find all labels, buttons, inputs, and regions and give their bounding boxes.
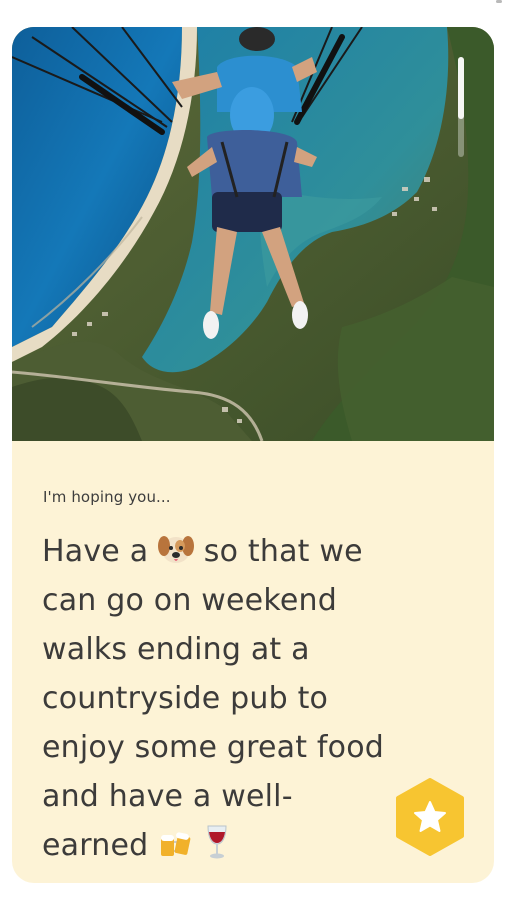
answer-line-4: countryside pub to bbox=[42, 681, 329, 716]
photo-scroll-indicator bbox=[458, 57, 464, 157]
answer-text: Have a bbox=[42, 534, 149, 569]
answer-text: earned bbox=[42, 828, 149, 863]
answer-line-5: enjoy some great food bbox=[42, 730, 385, 765]
prompt-label: I'm hoping you... bbox=[43, 488, 171, 506]
photo-scroll-thumb bbox=[458, 57, 464, 119]
answer-line-3: walks ending at a bbox=[42, 632, 310, 667]
beer-mugs-emoji bbox=[161, 832, 191, 856]
answer-line-2: can go on weekend bbox=[42, 583, 337, 618]
answer-line-1: Have a so that we bbox=[42, 527, 462, 576]
dog-face-emoji bbox=[158, 536, 195, 563]
status-indicator bbox=[496, 0, 502, 3]
profile-photo[interactable] bbox=[12, 27, 494, 441]
answer-text: so that we bbox=[203, 534, 363, 569]
like-button[interactable] bbox=[394, 778, 466, 856]
profile-card: I'm hoping you... Have a so that we can … bbox=[12, 27, 494, 883]
wine-glass-emoji bbox=[207, 825, 227, 859]
